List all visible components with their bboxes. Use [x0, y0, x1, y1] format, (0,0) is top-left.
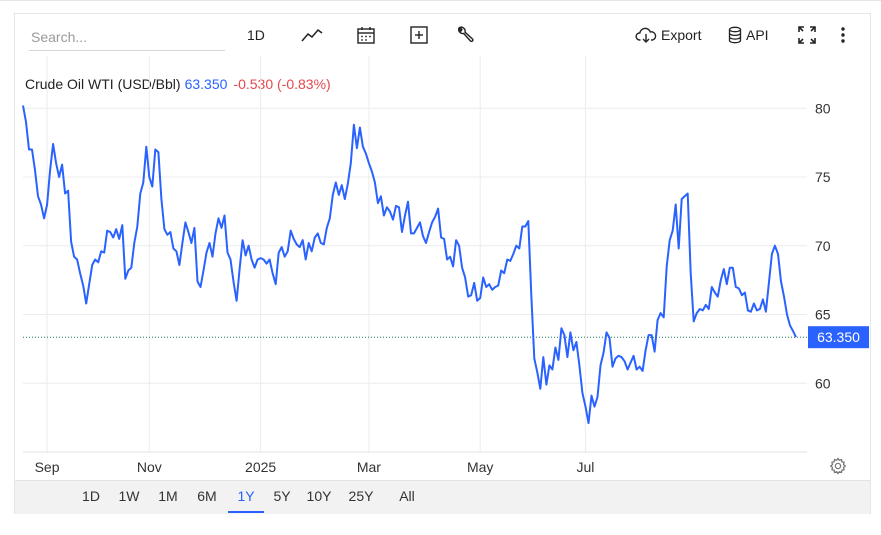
- chart-settings-icon[interactable]: [829, 457, 847, 480]
- range-button-10y[interactable]: 10Y: [304, 481, 334, 511]
- x-tick-label: Mar: [357, 459, 381, 475]
- x-tick-label: Nov: [137, 459, 162, 475]
- range-selector: 1D 1W 1M 6M 1Y 5Y 10Y 25Y All: [15, 480, 870, 514]
- api-button[interactable]: API: [728, 23, 769, 47]
- y-tick-label: 80: [815, 100, 831, 116]
- calendar-icon: [356, 25, 376, 45]
- add-indicator-button[interactable]: [409, 23, 429, 47]
- fullscreen-icon: [797, 25, 817, 45]
- chart-type-button[interactable]: [301, 23, 323, 47]
- x-tick-label: 2025: [245, 459, 276, 475]
- export-label: Export: [661, 27, 702, 43]
- x-tick-label: May: [467, 459, 493, 475]
- y-tick-label: 60: [815, 375, 831, 391]
- export-button[interactable]: Export: [635, 23, 701, 47]
- y-tick-label: 70: [815, 238, 831, 254]
- last-price-tag-label: 63.350: [817, 329, 860, 345]
- chart-widget: 1D Export: [14, 13, 871, 514]
- line-chart-icon: [301, 27, 323, 43]
- more-vertical-icon: [839, 25, 847, 45]
- interval-button[interactable]: 1D: [247, 23, 265, 47]
- fullscreen-button[interactable]: [797, 23, 817, 47]
- api-label: API: [746, 27, 769, 43]
- interval-label: 1D: [247, 27, 265, 43]
- wrench-icon: [455, 25, 475, 45]
- x-tick-label: Sep: [35, 459, 60, 475]
- toolbar: 1D Export: [15, 14, 870, 56]
- range-button-6m[interactable]: 6M: [194, 481, 220, 511]
- date-range-button[interactable]: [356, 23, 376, 47]
- y-tick-label: 75: [815, 169, 831, 185]
- database-icon: [728, 26, 742, 44]
- range-button-1d[interactable]: 1D: [79, 481, 103, 511]
- range-button-1w[interactable]: 1W: [115, 481, 143, 511]
- more-button[interactable]: [839, 23, 847, 47]
- range-button-25y[interactable]: 25Y: [345, 481, 377, 511]
- range-button-all[interactable]: All: [394, 481, 420, 511]
- range-button-5y[interactable]: 5Y: [270, 481, 294, 511]
- price-series-line: [22, 105, 797, 425]
- range-button-1m[interactable]: 1M: [155, 481, 181, 511]
- tools-button[interactable]: [455, 23, 475, 47]
- search-input[interactable]: [29, 24, 225, 51]
- x-tick-label: Jul: [577, 459, 595, 475]
- range-button-1y[interactable]: 1Y: [228, 481, 264, 513]
- cloud-download-icon: [635, 26, 657, 44]
- price-chart[interactable]: 60 65 70 75 80 Sep Nov 2025 Mar May Jul 63.350: [15, 56, 870, 480]
- top-border: [0, 0, 881, 1]
- y-tick-label: 65: [815, 307, 831, 323]
- add-indicator-icon: [409, 25, 429, 45]
